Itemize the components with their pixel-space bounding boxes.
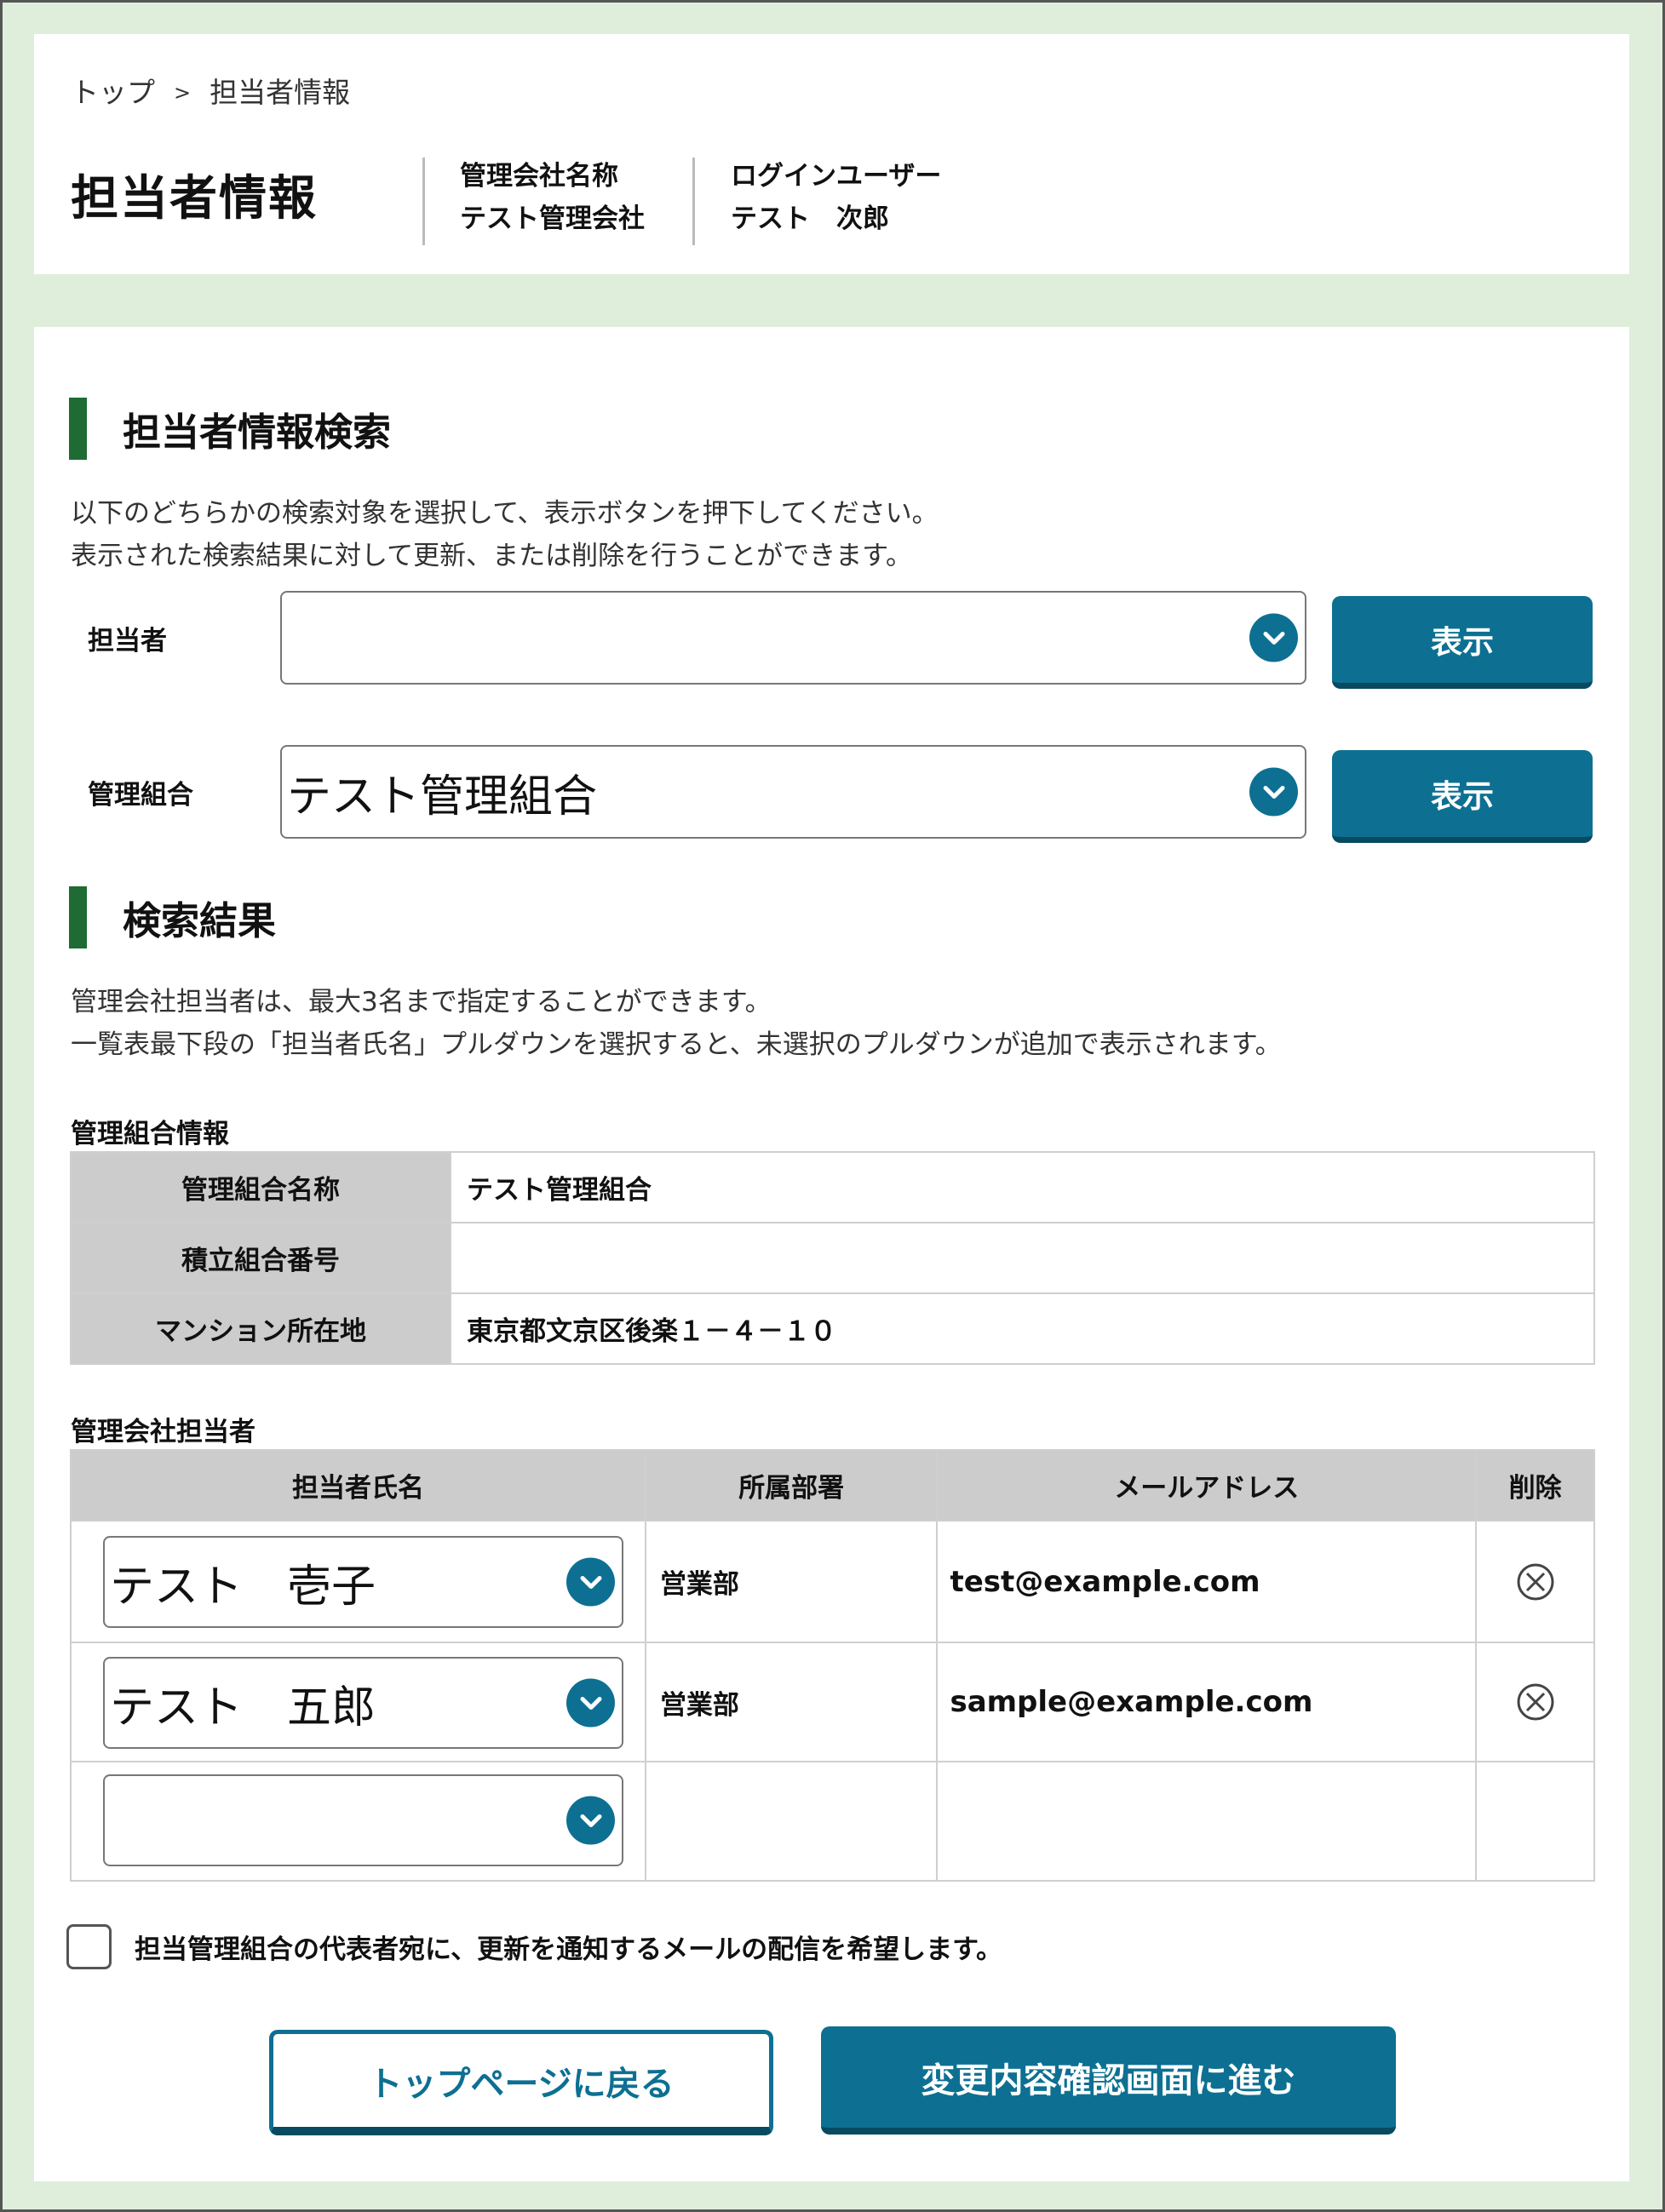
- table-row: テスト 壱子 営業部 test@example.com: [70, 1520, 1595, 1643]
- chevron-down-icon: [1249, 613, 1298, 662]
- notify-checkbox[interactable]: [66, 1924, 112, 1969]
- search-desc-line: 表示された検索結果に対して更新、または削除を行うことができます。: [71, 541, 912, 571]
- header-divider: [692, 158, 695, 245]
- chevron-down-icon: [566, 1678, 615, 1728]
- table-row: マンション所在地 東京都文京区後楽１－４－１０: [70, 1292, 1595, 1365]
- search-description: 以下のどちらかの検索対象を選択して、表示ボタンを押下してください。 表示された検…: [71, 492, 939, 577]
- section-bar: [69, 398, 87, 460]
- table-row: 積立組合番号: [70, 1222, 1595, 1294]
- staff-select[interactable]: [280, 591, 1306, 685]
- header-panel: トップ > 担当者情報 担当者情報 管理会社名称 テスト管理会社 ログインユーザ…: [34, 34, 1629, 274]
- table-value: 東京都文京区後楽１－４－１０: [450, 1292, 1595, 1365]
- dept-cell: 営業部: [644, 1642, 939, 1762]
- staff-name-value: テスト 壱子: [110, 1561, 376, 1613]
- breadcrumb-home-link[interactable]: トップ: [71, 70, 155, 111]
- results-section-title: 検索結果: [123, 898, 277, 943]
- table-key: 管理組合名称: [70, 1151, 451, 1223]
- column-header: メールアドレス: [936, 1449, 1478, 1521]
- union-info-table: 管理組合名称 テスト管理組合 積立組合番号 マンション所在地 東京都文京区後楽１…: [70, 1151, 1595, 1365]
- company-info: 管理会社名称 テスト管理会社: [460, 155, 645, 240]
- staff-name-select[interactable]: [103, 1774, 623, 1866]
- back-to-top-button[interactable]: トップページに戻る: [269, 2030, 773, 2135]
- name-cell: テスト 壱子: [70, 1520, 646, 1643]
- table-row: テスト 五郎 営業部 sample@example.com: [70, 1642, 1595, 1762]
- staff-label: 担当者: [88, 626, 167, 656]
- delete-cell: [1475, 1761, 1595, 1882]
- name-cell: [70, 1761, 646, 1882]
- page-title: 担当者情報: [71, 171, 318, 226]
- header-divider: [422, 158, 425, 245]
- union-label: 管理組合: [88, 780, 193, 811]
- results-desc-line: 管理会社担当者は、最大3名まで指定することができます。: [71, 987, 772, 1017]
- email-cell: test@example.com: [936, 1520, 1478, 1643]
- results-section-heading: 検索結果: [69, 886, 276, 948]
- show-staff-button[interactable]: 表示: [1332, 596, 1593, 689]
- union-select[interactable]: テスト管理組合: [280, 745, 1306, 839]
- staff-name-select[interactable]: テスト 五郎: [103, 1657, 623, 1749]
- breadcrumb-current: 担当者情報: [210, 76, 351, 109]
- section-bar: [69, 886, 87, 948]
- table-value: テスト管理組合: [450, 1151, 1595, 1223]
- show-union-button[interactable]: 表示: [1332, 750, 1593, 843]
- column-header: 削除: [1475, 1449, 1595, 1521]
- search-section-heading: 担当者情報検索: [69, 398, 391, 460]
- email-cell: [936, 1761, 1478, 1882]
- name-cell: テスト 五郎: [70, 1642, 646, 1762]
- login-user-info: ログインユーザー テスト 次郎: [731, 155, 941, 240]
- delete-cell: [1475, 1642, 1595, 1762]
- breadcrumb: トップ > 担当者情報: [71, 70, 350, 111]
- proceed-confirm-button[interactable]: 変更内容確認画面に進む: [821, 2026, 1396, 2135]
- delete-icon[interactable]: [1477, 1562, 1593, 1602]
- table-row: [70, 1761, 1595, 1882]
- company-label: 管理会社名称: [460, 161, 618, 192]
- table-key: 積立組合番号: [70, 1222, 451, 1294]
- breadcrumb-separator: >: [174, 81, 192, 105]
- dept-cell: [644, 1761, 939, 1882]
- staff-table-label: 管理会社担当者: [71, 1417, 255, 1447]
- staff-name-value: テスト 五郎: [110, 1682, 376, 1733]
- union-info-label: 管理組合情報: [71, 1119, 229, 1149]
- search-section-title: 担当者情報検索: [123, 410, 392, 455]
- staff-table: 担当者氏名 所属部署 メールアドレス 削除 テスト 壱子 営業部 test@ex…: [70, 1449, 1595, 1882]
- table-row: 管理組合名称 テスト管理組合: [70, 1151, 1595, 1223]
- dept-cell: 営業部: [644, 1520, 939, 1643]
- union-select-value: テスト管理組合: [287, 771, 598, 822]
- table-header-row: 担当者氏名 所属部署 メールアドレス 削除: [70, 1449, 1595, 1521]
- login-user-label: ログインユーザー: [731, 161, 942, 192]
- chevron-down-icon: [566, 1557, 615, 1607]
- table-key: マンション所在地: [70, 1292, 451, 1365]
- chevron-down-icon: [1249, 767, 1298, 817]
- email-cell: sample@example.com: [936, 1642, 1478, 1762]
- results-desc-line: 一覧表最下段の「担当者氏名」プルダウンを選択すると、未選択のプルダウンが追加で表…: [71, 1029, 1282, 1060]
- delete-icon[interactable]: [1477, 1682, 1593, 1722]
- results-description: 管理会社担当者は、最大3名まで指定することができます。 一覧表最下段の「担当者氏…: [71, 981, 1282, 1066]
- chevron-down-icon: [566, 1796, 615, 1845]
- staff-name-select[interactable]: テスト 壱子: [103, 1536, 623, 1628]
- company-name: テスト管理会社: [460, 203, 645, 234]
- page-frame: トップ > 担当者情報 担当者情報 管理会社名称 テスト管理会社 ログインユーザ…: [0, 0, 1665, 2212]
- column-header: 所属部署: [644, 1449, 939, 1521]
- notify-checkbox-label[interactable]: 担当管理組合の代表者宛に、更新を通知するメールの配信を希望します。: [135, 1928, 1002, 1966]
- table-value: [450, 1222, 1595, 1294]
- delete-cell: [1475, 1520, 1595, 1643]
- login-user-name: テスト 次郎: [731, 203, 889, 234]
- main-panel: 担当者情報検索 以下のどちらかの検索対象を選択して、表示ボタンを押下してください…: [34, 327, 1629, 2181]
- column-header: 担当者氏名: [70, 1449, 646, 1521]
- search-desc-line: 以下のどちらかの検索対象を選択して、表示ボタンを押下してください。: [71, 498, 939, 529]
